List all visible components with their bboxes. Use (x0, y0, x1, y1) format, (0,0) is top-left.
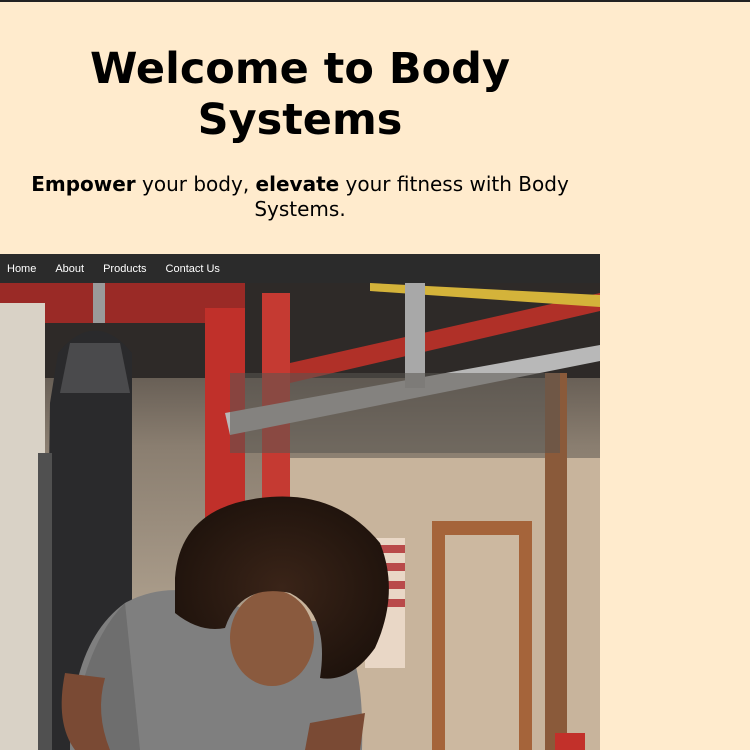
tagline: Empower your body, elevate your fitness … (0, 172, 600, 222)
tagline-emphasis-empower: Empower (31, 172, 136, 196)
nav-link-about[interactable]: About (47, 263, 92, 275)
page-title-line-1: Welcome to Body (90, 44, 510, 94)
nav-link-home[interactable]: Home (0, 263, 44, 275)
nav-link-contact-us[interactable]: Contact Us (158, 263, 228, 275)
tagline-emphasis-elevate: elevate (255, 172, 340, 196)
page-title-line-2: Systems (197, 95, 403, 145)
top-navigation: Home About Products Contact Us (0, 254, 600, 283)
tagline-text-1: your body, (135, 172, 256, 196)
top-border (0, 0, 750, 2)
nav-link-products[interactable]: Products (95, 263, 154, 275)
page-title: Welcome to Body Systems (0, 44, 600, 146)
hero-image (0, 283, 600, 750)
hero-photo-illustration (0, 283, 600, 750)
